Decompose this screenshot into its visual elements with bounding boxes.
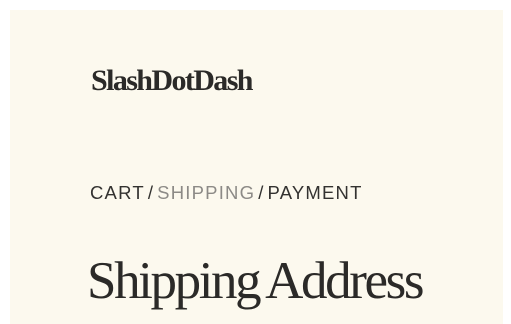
breadcrumb-cart[interactable]: CART (90, 182, 145, 203)
breadcrumb-payment[interactable]: PAYMENT (268, 182, 363, 203)
checkout-page: SlashDotDash CART / SHIPPING / PAYMENT Shipp… (10, 10, 503, 324)
brand-logo[interactable]: SlashDotDash (91, 66, 253, 96)
breadcrumb: CART / SHIPPING / PAYMENT (90, 182, 363, 203)
breadcrumb-separator: / (258, 182, 265, 203)
page-title: Shipping Address (87, 252, 424, 310)
breadcrumb-separator: / (147, 182, 155, 203)
breadcrumb-shipping: SHIPPING (157, 182, 256, 203)
